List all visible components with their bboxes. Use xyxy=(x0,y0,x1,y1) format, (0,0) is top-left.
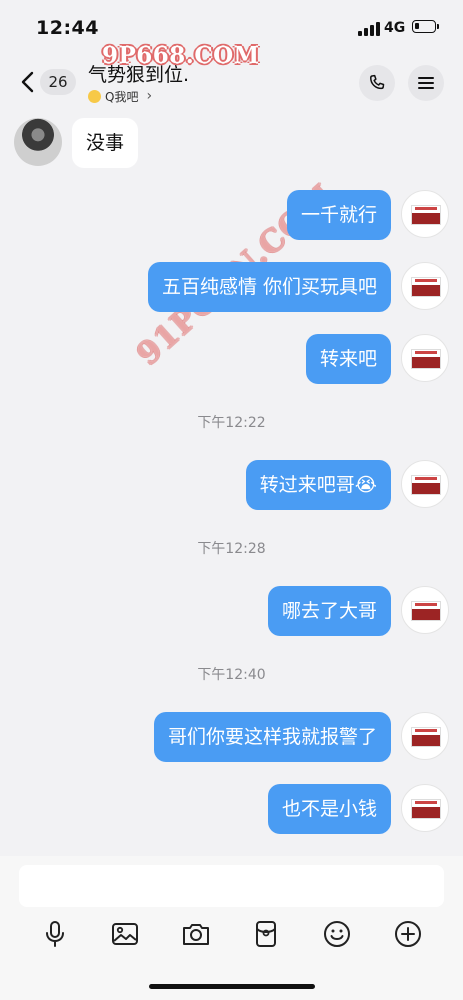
battery-tip xyxy=(437,24,439,29)
timestamp: 下午12:40 xyxy=(197,667,266,683)
back-button[interactable]: 26 xyxy=(8,64,88,100)
timestamp: 下午12:22 xyxy=(197,415,266,431)
signal-icon xyxy=(358,22,380,36)
my-avatar[interactable] xyxy=(401,712,449,760)
call-button[interactable] xyxy=(359,65,395,101)
battery-icon xyxy=(412,20,436,33)
my-avatar[interactable] xyxy=(401,190,449,238)
watermark-top: 9P668.COM xyxy=(102,42,260,69)
more-button[interactable] xyxy=(393,919,423,949)
contact-avatar[interactable] xyxy=(14,118,62,166)
camera-button[interactable] xyxy=(181,919,211,949)
red-packet-icon xyxy=(256,921,276,947)
emoji-icon xyxy=(324,921,350,947)
menu-button[interactable] xyxy=(408,65,444,101)
my-avatar[interactable] xyxy=(401,784,449,832)
timestamp: 下午12:28 xyxy=(197,541,266,557)
emoji-button[interactable] xyxy=(322,919,352,949)
my-avatar[interactable] xyxy=(401,460,449,508)
message-bubble-sent[interactable]: 哥们你要这样我就报警了 xyxy=(153,712,391,762)
message-bubble-sent[interactable]: 五百纯感情 你们买玩具吧 xyxy=(147,262,391,312)
chevron-right-icon: › xyxy=(146,88,153,104)
network-label: 4G xyxy=(384,20,406,36)
composer-toolbar xyxy=(0,913,463,953)
photo-button[interactable] xyxy=(110,919,140,949)
message-bubble-sent[interactable]: 转来吧 xyxy=(305,334,391,384)
chevron-left-icon xyxy=(21,71,34,93)
my-avatar[interactable] xyxy=(401,262,449,310)
plus-icon xyxy=(395,921,421,947)
message-bubble-sent[interactable]: 一千就行 xyxy=(286,190,391,240)
unread-badge: 26 xyxy=(40,69,76,95)
message-bubble-sent[interactable]: 哪去了大哥 xyxy=(267,586,391,636)
menu-icon xyxy=(418,77,434,89)
status-time: 12:44 xyxy=(36,17,99,39)
microphone-icon xyxy=(46,921,64,947)
home-indicator[interactable] xyxy=(149,984,315,989)
message-bubble-sent[interactable]: 转过来吧哥😭 xyxy=(245,460,391,510)
message-bubble-received[interactable]: 没事 xyxy=(72,118,139,168)
voice-button[interactable] xyxy=(40,919,70,949)
camera-icon xyxy=(183,924,209,945)
message-input[interactable] xyxy=(19,865,444,907)
red-packet-button[interactable] xyxy=(251,919,281,949)
my-avatar[interactable] xyxy=(401,586,449,634)
message-bubble-sent[interactable]: 也不是小钱 xyxy=(267,784,391,834)
phone-icon xyxy=(370,74,385,90)
smile-emoji-icon xyxy=(88,89,101,103)
chat-subtitle[interactable]: Q我吧 › xyxy=(88,87,152,105)
my-avatar[interactable] xyxy=(401,334,449,382)
image-icon xyxy=(112,923,138,945)
subtitle-text: Q我吧 xyxy=(105,89,139,104)
